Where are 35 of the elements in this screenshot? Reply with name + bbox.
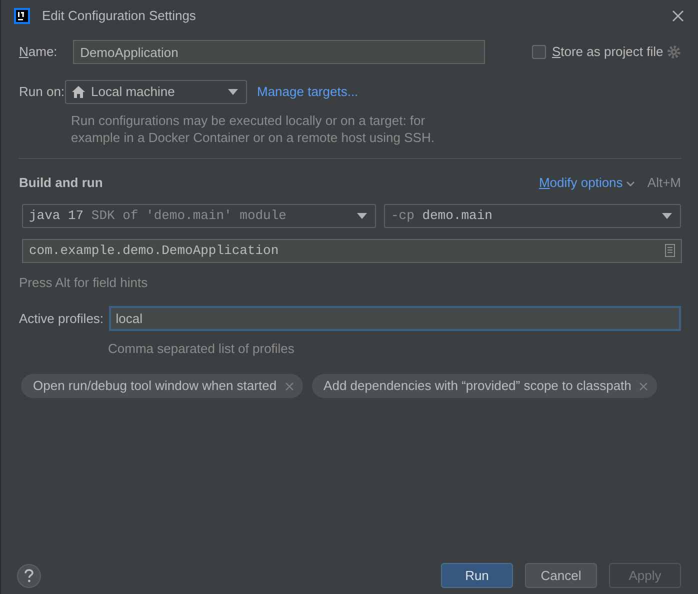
dialog-button[interactable]: Cancel xyxy=(525,563,597,588)
run-on-label: Run on: xyxy=(19,83,65,102)
chevron-down-icon xyxy=(626,180,636,187)
field-hints-text: Press Alt for field hints xyxy=(19,274,148,292)
hint-text: Run configurations may be executed locally or on a target: for xyxy=(71,112,426,129)
active-profiles-label: Active profiles: xyxy=(19,310,105,328)
name-label: Name: xyxy=(19,43,58,62)
app-logo-icon xyxy=(14,8,30,24)
document-icon[interactable] xyxy=(665,244,675,257)
name-field[interactable]: DemoApplication xyxy=(73,40,486,64)
modify-options-link[interactable]: Modify options xyxy=(538,173,636,192)
hint-text: example in a Docker Container or on a remote host using SSH. xyxy=(71,129,434,146)
help-button[interactable] xyxy=(17,564,41,588)
section-title: Build and run xyxy=(19,174,103,192)
store-checkbox[interactable] xyxy=(532,45,546,59)
jre-dropdown[interactable]: java 17 SDK of 'demo.main' module xyxy=(22,204,376,228)
caret-icon xyxy=(662,212,672,218)
caret-icon xyxy=(228,89,238,95)
help-icon xyxy=(24,568,34,582)
tag-label: Open run/debug tool window when started xyxy=(33,376,277,395)
window-title: Edit Configuration Settings xyxy=(42,7,196,26)
store-label: Store as project file xyxy=(552,43,664,62)
main-class-field[interactable]: com.example.demo.DemoApplication xyxy=(22,238,682,262)
run-on-dropdown[interactable]: Local machine xyxy=(65,80,247,104)
manage-targets-link[interactable]: Manage targets... xyxy=(257,82,358,102)
profiles-hint-text: Comma separated list of profiles xyxy=(108,340,294,358)
run-button[interactable]: Run xyxy=(441,563,513,588)
shortcut-text: Alt+M xyxy=(647,174,681,192)
classpath-dropdown[interactable]: -cp demo.main xyxy=(384,204,681,228)
gear-icon[interactable] xyxy=(667,45,681,59)
active-profiles-field[interactable]: local xyxy=(108,306,681,331)
caret-icon xyxy=(357,212,367,218)
home-icon xyxy=(72,86,85,98)
tag-label: Add dependencies with “provided” scope to classpath xyxy=(324,376,632,395)
close-button[interactable] xyxy=(670,8,686,24)
